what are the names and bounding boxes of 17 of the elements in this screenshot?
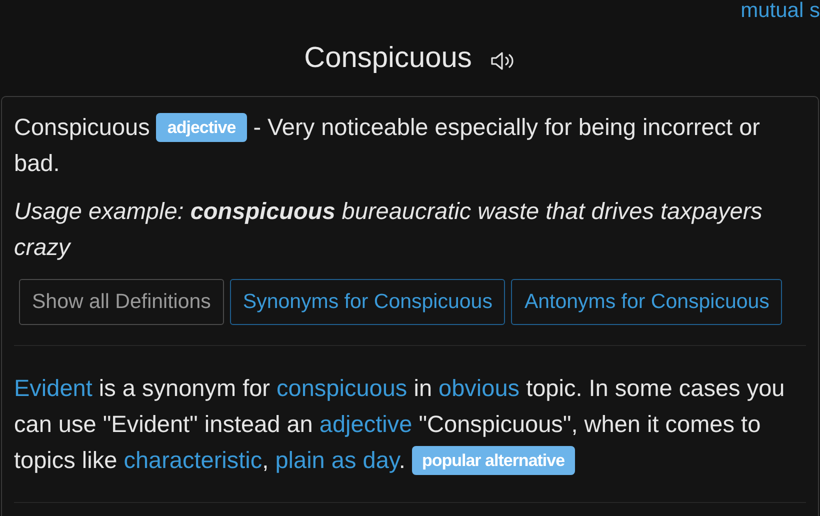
usage-example: Usage example: conspicuous bureaucratic waste that drives taxpayers crazy — [14, 197, 764, 262]
popular-alternative-badge: popular alternative — [412, 446, 575, 475]
synonym-paragraph: Evident is a synonym for conspicuous in obvious topic. In some cases you can use "Evident" instead an adjective "Conspicuous", when it comes to topics like characteristic, plain as day. popular alternative — [14, 374, 786, 477]
word-link[interactable]: characteristic — [124, 447, 262, 473]
word-link[interactable]: Evident — [14, 375, 92, 401]
definitions-button[interactable]: Show all Definitions — [19, 279, 224, 325]
definition-sentence: Conspicuous adjective - Very noticeable especially for being incorrect or bad. — [14, 112, 761, 178]
word-title: Conspicuous — [304, 41, 472, 76]
related-word-link[interactable]: mutual s — [740, 0, 820, 26]
speaker-icon[interactable] — [490, 51, 516, 71]
part-of-speech-badge: adjective — [156, 113, 247, 142]
word-link[interactable]: plain as day — [275, 447, 399, 473]
word-list-button[interactable]: Synonyms for Conspicuous — [230, 279, 506, 325]
word-list-button[interactable]: Antonyms for Conspicuous — [511, 279, 782, 325]
word-link[interactable]: conspicuous — [276, 375, 408, 401]
word-link[interactable]: obvious — [438, 375, 520, 401]
word-link[interactable]: adjective — [319, 411, 412, 437]
